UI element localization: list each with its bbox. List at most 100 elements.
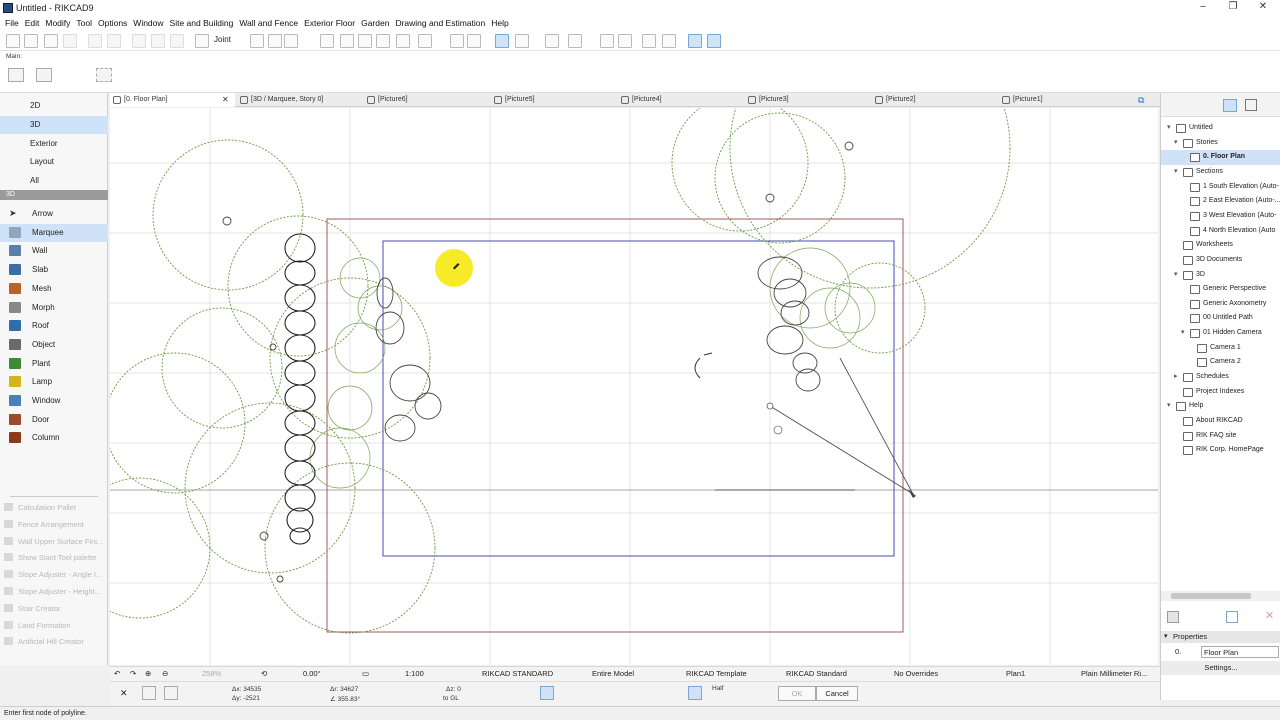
dimension-standard[interactable]: RIKCAD Standard [786, 669, 847, 678]
navigator-item[interactable]: 3D Documents [1161, 253, 1280, 268]
tool-object[interactable]: Object [0, 336, 108, 354]
delta-r[interactable]: Δr: 34627 [330, 686, 358, 693]
tab-3d-marquee[interactable]: [3D / Marquee, Story 0] [237, 93, 362, 107]
navigator-item[interactable]: Generic Perspective [1161, 282, 1280, 297]
pen-set[interactable]: RIKCAD Template [686, 669, 747, 678]
tab-picture-5[interactable]: [Picture5] [491, 93, 616, 107]
tool-plant[interactable]: Plant [0, 355, 108, 373]
menu-item-tool[interactable]: Tool [73, 17, 95, 30]
addon-tool-item[interactable]: Slope Adjuster - Height... [0, 583, 108, 600]
maximize-icon[interactable]: ❐ [1218, 1, 1248, 15]
navigator-item[interactable]: About RIKCAD [1161, 414, 1280, 429]
navigator-item[interactable]: 1 South Elevation (Auto- [1161, 180, 1280, 195]
navigator-item[interactable]: Project Indexes [1161, 385, 1280, 400]
toolbar-button-10[interactable] [195, 34, 209, 48]
view-filter-layout[interactable]: Layout [0, 153, 108, 171]
toolbar-button-16[interactable] [358, 34, 372, 48]
toolbar-button-13[interactable] [284, 34, 298, 48]
model-view-options[interactable]: Entire Model [592, 669, 634, 678]
delete-icon[interactable]: ✕ [1265, 609, 1274, 622]
navigator-item[interactable]: Generic Axonometry [1161, 297, 1280, 312]
toolbar-button-26[interactable] [600, 34, 614, 48]
cancel-button[interactable]: Cancel [816, 686, 858, 701]
grid-snap-icon[interactable] [164, 686, 178, 700]
navigator-item[interactable]: ▾ 3D [1161, 268, 1280, 283]
toolbar-button-27[interactable] [618, 34, 632, 48]
project-map-icon[interactable] [1223, 99, 1237, 112]
snap-guide-icon[interactable] [142, 686, 156, 700]
delta-x[interactable]: Δx: 34535 [232, 686, 261, 693]
toolbar-button-3[interactable] [44, 34, 58, 48]
tab-picture-2[interactable]: [Picture2] [872, 93, 997, 107]
navigator-scrollbar[interactable] [1161, 591, 1280, 601]
tool-lamp[interactable]: Lamp [0, 373, 108, 391]
tool-arrow[interactable]: ➤ Arrow [0, 205, 108, 223]
tool-door[interactable]: Door [0, 411, 108, 429]
navigator-item[interactable]: ▾ Stories [1161, 136, 1280, 151]
toolbar-button-14[interactable] [320, 34, 334, 48]
toolbar-button-5[interactable] [88, 34, 102, 48]
toolbar-button-17[interactable] [376, 34, 390, 48]
scrollbar-thumb[interactable] [1171, 593, 1251, 599]
toolbar-button-29[interactable] [662, 34, 676, 48]
addon-tool-item[interactable]: Land Formation [0, 617, 108, 634]
renovation-filter[interactable]: Plan1 [1006, 669, 1025, 678]
floor-plan-canvas[interactable] [110, 108, 1158, 665]
toolbar-button-28[interactable] [642, 34, 656, 48]
polyline-method-icon[interactable] [540, 686, 554, 700]
menu-item-file[interactable]: File [2, 17, 22, 30]
toolbar-button-31[interactable] [707, 34, 721, 48]
joint-dropdown[interactable]: Joint [214, 35, 231, 44]
redo-view-icon[interactable]: ↷ [130, 669, 136, 678]
toolbar-button-6[interactable] [107, 34, 121, 48]
half-label[interactable]: Half [712, 685, 724, 692]
geometry-method-button[interactable] [8, 68, 24, 82]
view-filter-all[interactable]: All [0, 172, 108, 190]
toolbar-button-22[interactable] [495, 34, 509, 48]
tool-morph[interactable]: Morph [0, 299, 108, 317]
properties-collapse-icon[interactable]: ▾ [1161, 631, 1168, 643]
toolbar-button-30[interactable] [688, 34, 702, 48]
addon-tool-item[interactable]: Fence Arrangement [0, 516, 108, 533]
menu-item-edit[interactable]: Edit [22, 17, 43, 30]
addon-tool-item[interactable]: Slope Adjuster - Angle I... [0, 566, 108, 583]
addon-tool-item[interactable]: Calculation Pallet [0, 499, 108, 516]
layer-combination[interactable]: RIKCAD STANDARD [482, 669, 553, 678]
addon-tool-item[interactable]: Stair Creator [0, 600, 108, 617]
relative-construction-icon[interactable] [688, 686, 702, 700]
tab-picture-6[interactable]: [Picture6] [364, 93, 489, 107]
navigator-item[interactable]: 00 Untitled Path [1161, 311, 1280, 326]
view-map-icon[interactable] [1245, 99, 1257, 111]
navigator-item[interactable]: ▸ Schedules [1161, 370, 1280, 385]
toolbar-button-12[interactable] [268, 34, 282, 48]
expand-arrow-icon[interactable]: ▾ [1181, 326, 1189, 341]
navigator-item[interactable]: 2 East Elevation (Auto-... [1161, 194, 1280, 209]
expand-arrow-icon[interactable]: ▾ [1167, 399, 1175, 414]
paper-grid[interactable]: Plain Millimeter Ri... [1081, 669, 1147, 678]
z-reference[interactable]: to GL [443, 695, 459, 702]
tab-picture-1[interactable]: [Picture1] [999, 93, 1124, 107]
toolbar-button-25[interactable] [568, 34, 582, 48]
navigator-item[interactable]: RIK Corp. HomePage [1161, 443, 1280, 458]
toolbar-button-24[interactable] [545, 34, 559, 48]
menu-item-wall-and-fence[interactable]: Wall and Fence [236, 17, 301, 30]
menu-item-modify[interactable]: Modify [42, 17, 73, 30]
navigator-item[interactable]: RIK FAQ site [1161, 429, 1280, 444]
navigator-item[interactable]: 3 West Elevation (Auto- [1161, 209, 1280, 224]
tool-window[interactable]: Window [0, 392, 108, 410]
toolbar-button-11[interactable] [250, 34, 264, 48]
view-filter-2d[interactable]: 2D [0, 97, 108, 115]
toolbar-button-8[interactable] [151, 34, 165, 48]
toolbar-button-7[interactable] [132, 34, 146, 48]
view-filter-exterior[interactable]: Exterior [0, 135, 108, 153]
delta-z[interactable]: Δz: 0 [446, 686, 461, 693]
navigator-item[interactable]: ▾ Help [1161, 399, 1280, 414]
rotate-icon[interactable]: ⟲ [261, 669, 267, 678]
ok-button[interactable]: OK [778, 686, 816, 701]
toolbar-button-9[interactable] [170, 34, 184, 48]
navigator-item[interactable]: 4 North Elevation (Auto [1161, 224, 1280, 239]
addon-tool-item[interactable]: Artificial Hill Creator [0, 633, 108, 650]
properties-name-field[interactable]: Floor Plan [1201, 646, 1279, 658]
addon-tool-item[interactable]: Show Slant Tool palette [0, 549, 108, 566]
graphic-overrides[interactable]: No Overrides [894, 669, 938, 678]
